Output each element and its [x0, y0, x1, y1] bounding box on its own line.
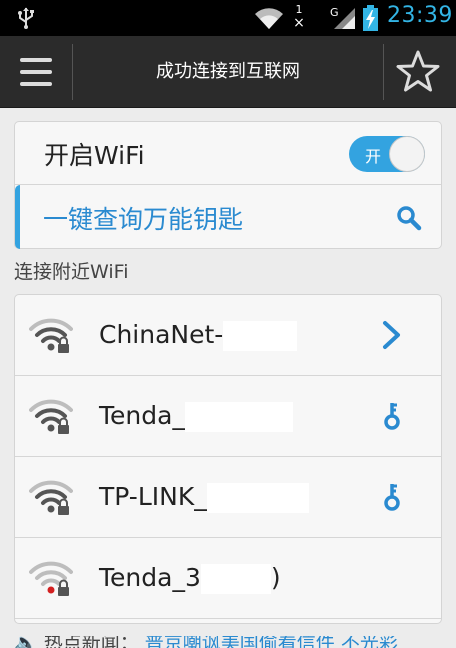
redacted-mask	[206, 483, 309, 513]
news-label: 热点新闻：	[43, 636, 139, 648]
network-name: Tenda_	[99, 401, 293, 432]
menu-icon-bar	[20, 58, 52, 62]
usb-icon	[18, 7, 34, 29]
network-name-tail: )	[270, 563, 281, 592]
wifi-weak-locked-icon	[29, 561, 73, 596]
status-bar: 1 × G 23:39	[0, 0, 456, 36]
page-title: 成功连接到互联网	[156, 61, 300, 82]
wifi-network-list: ChinaNet- Tenda_ TP-LINK_ Tenda_3)	[14, 294, 442, 624]
star-icon[interactable]	[390, 46, 446, 98]
clock: 23:39	[387, 3, 453, 28]
header-divider	[72, 44, 73, 100]
cell-signal-icon: G	[330, 6, 355, 29]
wifi-network-item[interactable]: Tenda_	[15, 376, 441, 457]
nearby-wifi-heading: 连接附近WiFi	[14, 261, 129, 283]
battery-charging-icon	[363, 5, 378, 31]
network-name-text: Tenda_3	[99, 563, 201, 592]
redacted-mask	[200, 564, 271, 594]
key-icon[interactable]	[379, 400, 405, 432]
search-icon[interactable]	[396, 205, 422, 231]
network-name-text: Tenda_	[99, 401, 185, 430]
speaker-icon: 🔈	[14, 636, 38, 648]
menu-icon-bar	[20, 82, 52, 86]
network-name-text: ChinaNet-	[99, 320, 224, 349]
wifi-control-card: 开启WiFi 开 一键查询万能钥匙	[14, 121, 442, 249]
network-name-text: TP-LINK_	[99, 482, 207, 511]
toggle-knob	[389, 136, 425, 172]
wifi-signal-icon	[255, 8, 283, 29]
network-name: ChinaNet-	[99, 320, 298, 351]
wifi-locked-icon	[29, 480, 73, 515]
wifi-locked-icon	[29, 318, 73, 353]
redacted-mask	[223, 321, 298, 351]
menu-icon-bar	[20, 70, 52, 74]
accent-bar	[15, 185, 20, 249]
key-icon[interactable]	[379, 481, 405, 513]
wifi-network-item[interactable]: Tenda_3)	[15, 538, 441, 619]
notification-icon: 1 ×	[290, 4, 308, 32]
wifi-locked-icon	[29, 399, 73, 434]
app-header: 成功连接到互联网	[0, 36, 456, 108]
chevron-right-icon[interactable]	[379, 319, 405, 351]
key-search-label: 一键查询万能钥匙	[43, 205, 244, 234]
menu-button[interactable]	[0, 36, 72, 108]
key-search-row[interactable]: 一键查询万能钥匙	[15, 185, 441, 249]
toggle-state-label: 开	[365, 147, 382, 166]
wifi-toggle-label: 开启WiFi	[44, 141, 145, 170]
network-name: Tenda_3)	[99, 563, 281, 594]
header-divider	[383, 44, 384, 100]
wifi-toggle-row: 开启WiFi 开	[15, 122, 441, 185]
wifi-network-item[interactable]: TP-LINK_	[15, 457, 441, 538]
redacted-mask	[184, 402, 293, 432]
notification-x: ×	[293, 15, 305, 31]
signal-type-label: G	[330, 6, 339, 19]
network-name: TP-LINK_	[99, 482, 309, 513]
hot-news-ticker[interactable]: 🔈 热点新闻： 普京嘲讽美国偷看信件 不光彩	[14, 636, 454, 648]
wifi-network-item[interactable]: ChinaNet-	[15, 295, 441, 376]
news-headline[interactable]: 普京嘲讽美国偷看信件 不光彩	[145, 636, 398, 648]
wifi-toggle-switch[interactable]: 开	[349, 136, 425, 172]
